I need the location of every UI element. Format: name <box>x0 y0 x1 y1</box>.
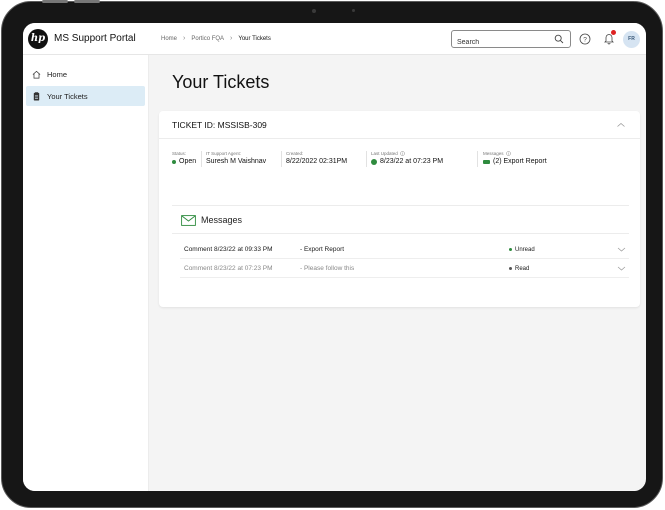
chevron-down-icon[interactable] <box>617 246 626 253</box>
avatar[interactable]: FR <box>623 31 640 48</box>
sidebar-item-your-tickets[interactable]: Your Tickets <box>26 86 145 106</box>
sidebar: Home Your Tickets <box>23 55 149 491</box>
message-row[interactable]: Comment 8/23/22 at 07:23 PM - Please fol… <box>180 260 629 278</box>
breadcrumb-current: Your Tickets <box>238 35 271 42</box>
messages-label-row: Messages <box>483 151 547 156</box>
created-value: 8/22/2022 02:31PM <box>286 158 348 165</box>
status-value-row: Open <box>172 158 196 165</box>
message-comment: Comment 8/23/22 at 09:33 PM <box>184 246 273 253</box>
updated-label-row: Last Updated <box>371 151 443 156</box>
updated-value-row: 8/23/22 at 07:23 PM <box>371 158 443 165</box>
top-bar: hp MS Support Portal Home › Portico FQA … <box>23 23 646 55</box>
camera-dot <box>312 9 316 13</box>
app-screen: hp MS Support Portal Home › Portico FQA … <box>23 23 646 491</box>
search-box[interactable] <box>451 30 571 51</box>
page-title: Your Tickets <box>172 72 270 92</box>
ticket-card: TICKET ID: MSSISB-309 Status: Open IT Su… <box>159 111 640 307</box>
notification-badge <box>611 30 616 35</box>
messages-value: (2) Export Report <box>493 158 547 165</box>
app-title: MS Support Portal <box>54 33 136 44</box>
status-label: Status: <box>172 151 187 156</box>
message-status-label: Read <box>515 265 530 272</box>
message-status: Unread <box>509 247 535 253</box>
divider <box>366 151 367 167</box>
info-icon[interactable] <box>505 151 511 156</box>
search-input[interactable] <box>452 34 547 51</box>
divider <box>172 205 629 206</box>
ticket-card-header[interactable]: TICKET ID: MSSISB-309 <box>159 111 640 139</box>
ticket-id: TICKET ID: MSSISB-309 <box>172 120 267 130</box>
mail-icon <box>483 159 490 164</box>
sidebar-item-home[interactable]: Home <box>26 64 145 84</box>
device-button <box>42 0 68 3</box>
read-dot-icon <box>509 267 512 270</box>
sidebar-item-label: Your Tickets <box>47 91 88 101</box>
ticket-updated-field: Last Updated 8/23/22 at 07:23 PM <box>371 151 443 165</box>
device-button <box>74 0 100 3</box>
check-circle-icon <box>371 158 377 165</box>
message-status-label: Unread <box>515 246 535 253</box>
ticket-agent-field: IT Support Agent: Suresh M Vaishnav <box>206 151 266 165</box>
envelope-icon <box>181 215 196 226</box>
help-icon[interactable]: ? <box>579 33 591 45</box>
status-value: Open <box>179 158 197 165</box>
svg-text:?: ? <box>583 36 587 43</box>
message-status: Read <box>509 266 529 272</box>
breadcrumb-home[interactable]: Home <box>161 36 177 42</box>
chevron-down-icon[interactable] <box>617 265 626 272</box>
agent-value: Suresh M Vaishnav <box>206 158 267 165</box>
notifications-button[interactable] <box>603 30 616 45</box>
divider <box>201 151 202 167</box>
sensor-dot <box>352 9 355 12</box>
chevron-up-icon[interactable] <box>616 121 626 129</box>
unread-dot-icon <box>509 248 512 251</box>
agent-label: IT Support Agent: <box>206 151 241 156</box>
updated-value: 8/23/22 at 07:23 PM <box>380 158 444 165</box>
ticket-status-field: Status: Open <box>172 151 196 165</box>
tablet-frame: hp MS Support Portal Home › Portico FQA … <box>1 0 663 508</box>
message-row[interactable]: Comment 8/23/22 at 09:33 PM - Export Rep… <box>180 241 629 259</box>
search-icon[interactable] <box>554 34 564 44</box>
created-label: Created: <box>286 151 304 156</box>
ticket-icon <box>33 91 40 101</box>
messages-label: Messages <box>483 151 504 156</box>
breadcrumb-portico[interactable]: Portico FQA <box>191 36 224 42</box>
info-icon[interactable] <box>399 151 405 156</box>
messages-link[interactable]: (2) Export Report <box>483 158 547 165</box>
divider <box>172 233 629 234</box>
divider <box>477 151 478 167</box>
divider <box>281 151 282 167</box>
message-subject: - Please follow this <box>300 265 355 272</box>
ticket-created-field: Created: 8/22/2022 02:31PM <box>286 151 347 165</box>
message-subject: - Export Report <box>300 246 345 253</box>
status-dot-icon <box>172 159 176 164</box>
sidebar-item-label: Home <box>47 69 68 79</box>
home-icon <box>32 70 41 78</box>
message-comment: Comment 8/23/22 at 07:23 PM <box>184 265 273 272</box>
breadcrumb: Home › Portico FQA › Your Tickets <box>161 35 271 42</box>
chevron-right-icon: › <box>230 35 233 42</box>
hp-logo[interactable]: hp <box>28 29 48 49</box>
ticket-messages-field: Messages (2) Export Report <box>483 151 547 165</box>
updated-label: Last Updated <box>371 151 398 156</box>
messages-heading: Messages <box>201 215 243 225</box>
chevron-right-icon: › <box>183 35 186 42</box>
